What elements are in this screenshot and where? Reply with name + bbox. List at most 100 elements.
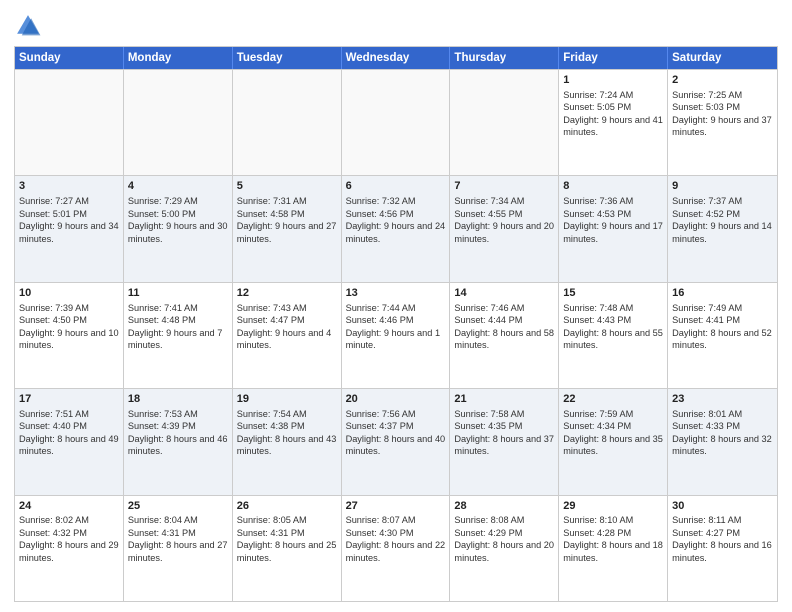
calendar-cell: 17 Sunrise: 7:51 AM Sunset: 4:40 PM Dayli…: [15, 389, 124, 494]
calendar-cell: 13 Sunrise: 7:44 AM Sunset: 4:46 PM Dayli…: [342, 283, 451, 388]
day-number: 2: [672, 73, 773, 88]
calendar-cell: 11Sunrise: 7:41 AM Sunset: 4:48 PM Dayli…: [124, 283, 233, 388]
day-info: Sunrise: 7:31 AM Sunset: 4:58 PM Dayligh…: [237, 196, 337, 243]
day-number: 27: [346, 499, 446, 514]
day-info: Sunrise: 7:37 AM Sunset: 4:52 PM Dayligh…: [672, 196, 772, 243]
day-number: 28: [454, 499, 554, 514]
calendar-cell: 8 Sunrise: 7:36 AM Sunset: 4:53 PM Daylig…: [559, 176, 668, 281]
calendar-header: SundayMondayTuesdayWednesdayThursdayFrid…: [15, 47, 777, 69]
empty-cell: [124, 70, 233, 175]
day-number: 9: [672, 179, 773, 194]
empty-cell: [450, 70, 559, 175]
day-number: 11: [128, 286, 228, 301]
calendar-cell: 6Sunrise: 7:32 AM Sunset: 4:56 PM Daylig…: [342, 176, 451, 281]
calendar-cell: 22 Sunrise: 7:59 AM Sunset: 4:34 PM Dayli…: [559, 389, 668, 494]
day-info: Sunrise: 7:59 AM Sunset: 4:34 PM Dayligh…: [563, 409, 663, 456]
calendar-cell: 15 Sunrise: 7:48 AM Sunset: 4:43 PM Dayli…: [559, 283, 668, 388]
page: SundayMondayTuesdayWednesdayThursdayFrid…: [0, 0, 792, 612]
day-info: Sunrise: 7:48 AM Sunset: 4:43 PM Dayligh…: [563, 303, 663, 350]
day-number: 8: [563, 179, 663, 194]
day-info: Sunrise: 8:11 AM Sunset: 4:27 PM Dayligh…: [672, 515, 772, 562]
day-number: 15: [563, 286, 663, 301]
weekday-header: Thursday: [450, 47, 559, 69]
empty-cell: [342, 70, 451, 175]
calendar-cell: 3 Sunrise: 7:27 AM Sunset: 5:01 PM Daylig…: [15, 176, 124, 281]
day-info: Sunrise: 8:07 AM Sunset: 4:30 PM Dayligh…: [346, 515, 446, 562]
calendar-row: 17 Sunrise: 7:51 AM Sunset: 4:40 PM Dayli…: [15, 388, 777, 494]
calendar-cell: 26Sunrise: 8:05 AM Sunset: 4:31 PM Dayli…: [233, 496, 342, 601]
weekday-header: Friday: [559, 47, 668, 69]
day-number: 29: [563, 499, 663, 514]
day-number: 16: [672, 286, 773, 301]
day-info: Sunrise: 7:39 AM Sunset: 4:50 PM Dayligh…: [19, 303, 119, 350]
day-number: 20: [346, 392, 446, 407]
calendar-cell: 7Sunrise: 7:34 AM Sunset: 4:55 PM Daylig…: [450, 176, 559, 281]
calendar-cell: 24Sunrise: 8:02 AM Sunset: 4:32 PM Dayli…: [15, 496, 124, 601]
calendar-cell: 27Sunrise: 8:07 AM Sunset: 4:30 PM Dayli…: [342, 496, 451, 601]
calendar-row: 24Sunrise: 8:02 AM Sunset: 4:32 PM Dayli…: [15, 495, 777, 601]
calendar-cell: 28Sunrise: 8:08 AM Sunset: 4:29 PM Dayli…: [450, 496, 559, 601]
weekday-header: Wednesday: [342, 47, 451, 69]
weekday-header: Monday: [124, 47, 233, 69]
calendar-cell: 30Sunrise: 8:11 AM Sunset: 4:27 PM Dayli…: [668, 496, 777, 601]
calendar-cell: 16Sunrise: 7:49 AM Sunset: 4:41 PM Dayli…: [668, 283, 777, 388]
day-info: Sunrise: 7:43 AM Sunset: 4:47 PM Dayligh…: [237, 303, 332, 350]
day-info: Sunrise: 7:46 AM Sunset: 4:44 PM Dayligh…: [454, 303, 554, 350]
day-number: 24: [19, 499, 119, 514]
day-info: Sunrise: 8:01 AM Sunset: 4:33 PM Dayligh…: [672, 409, 772, 456]
calendar-cell: 20 Sunrise: 7:56 AM Sunset: 4:37 PM Dayli…: [342, 389, 451, 494]
day-number: 22: [563, 392, 663, 407]
day-number: 1: [563, 73, 663, 88]
day-number: 4: [128, 179, 228, 194]
day-info: Sunrise: 7:51 AM Sunset: 4:40 PM Dayligh…: [19, 409, 119, 456]
calendar-cell: 29Sunrise: 8:10 AM Sunset: 4:28 PM Dayli…: [559, 496, 668, 601]
day-info: Sunrise: 7:53 AM Sunset: 4:39 PM Dayligh…: [128, 409, 228, 456]
calendar-cell: 23 Sunrise: 8:01 AM Sunset: 4:33 PM Dayli…: [668, 389, 777, 494]
calendar-cell: 2 Sunrise: 7:25 AM Sunset: 5:03 PM Daylig…: [668, 70, 777, 175]
day-number: 26: [237, 499, 337, 514]
calendar-cell: 12 Sunrise: 7:43 AM Sunset: 4:47 PM Dayli…: [233, 283, 342, 388]
logo-icon: [14, 12, 42, 40]
day-number: 18: [128, 392, 228, 407]
day-info: Sunrise: 7:34 AM Sunset: 4:55 PM Dayligh…: [454, 196, 554, 243]
day-number: 12: [237, 286, 337, 301]
day-number: 19: [237, 392, 337, 407]
calendar-cell: 10 Sunrise: 7:39 AM Sunset: 4:50 PM Dayli…: [15, 283, 124, 388]
day-info: Sunrise: 7:36 AM Sunset: 4:53 PM Dayligh…: [563, 196, 663, 243]
logo: [14, 12, 46, 40]
empty-cell: [15, 70, 124, 175]
day-number: 21: [454, 392, 554, 407]
empty-cell: [233, 70, 342, 175]
day-info: Sunrise: 7:44 AM Sunset: 4:46 PM Dayligh…: [346, 303, 441, 350]
day-number: 17: [19, 392, 119, 407]
day-info: Sunrise: 8:04 AM Sunset: 4:31 PM Dayligh…: [128, 515, 228, 562]
day-info: Sunrise: 8:05 AM Sunset: 4:31 PM Dayligh…: [237, 515, 337, 562]
day-info: Sunrise: 7:56 AM Sunset: 4:37 PM Dayligh…: [346, 409, 446, 456]
weekday-header: Saturday: [668, 47, 777, 69]
top-section: [14, 12, 778, 40]
day-number: 14: [454, 286, 554, 301]
day-info: Sunrise: 7:27 AM Sunset: 5:01 PM Dayligh…: [19, 196, 119, 243]
day-number: 6: [346, 179, 446, 194]
day-info: Sunrise: 7:29 AM Sunset: 5:00 PM Dayligh…: [128, 196, 228, 243]
day-info: Sunrise: 8:02 AM Sunset: 4:32 PM Dayligh…: [19, 515, 119, 562]
day-number: 10: [19, 286, 119, 301]
day-number: 13: [346, 286, 446, 301]
day-number: 23: [672, 392, 773, 407]
day-info: Sunrise: 7:54 AM Sunset: 4:38 PM Dayligh…: [237, 409, 337, 456]
calendar-cell: 5 Sunrise: 7:31 AM Sunset: 4:58 PM Daylig…: [233, 176, 342, 281]
calendar-body: 1Sunrise: 7:24 AM Sunset: 5:05 PM Daylig…: [15, 69, 777, 601]
calendar-cell: 9 Sunrise: 7:37 AM Sunset: 4:52 PM Daylig…: [668, 176, 777, 281]
day-info: Sunrise: 8:08 AM Sunset: 4:29 PM Dayligh…: [454, 515, 554, 562]
day-info: Sunrise: 7:25 AM Sunset: 5:03 PM Dayligh…: [672, 90, 772, 137]
day-number: 5: [237, 179, 337, 194]
calendar-cell: 4 Sunrise: 7:29 AM Sunset: 5:00 PM Daylig…: [124, 176, 233, 281]
calendar-cell: 18 Sunrise: 7:53 AM Sunset: 4:39 PM Dayli…: [124, 389, 233, 494]
day-number: 25: [128, 499, 228, 514]
day-number: 30: [672, 499, 773, 514]
calendar-cell: 14 Sunrise: 7:46 AM Sunset: 4:44 PM Dayli…: [450, 283, 559, 388]
day-info: Sunrise: 8:10 AM Sunset: 4:28 PM Dayligh…: [563, 515, 663, 562]
calendar-cell: 19 Sunrise: 7:54 AM Sunset: 4:38 PM Dayli…: [233, 389, 342, 494]
calendar-row: 10 Sunrise: 7:39 AM Sunset: 4:50 PM Dayli…: [15, 282, 777, 388]
day-number: 3: [19, 179, 119, 194]
